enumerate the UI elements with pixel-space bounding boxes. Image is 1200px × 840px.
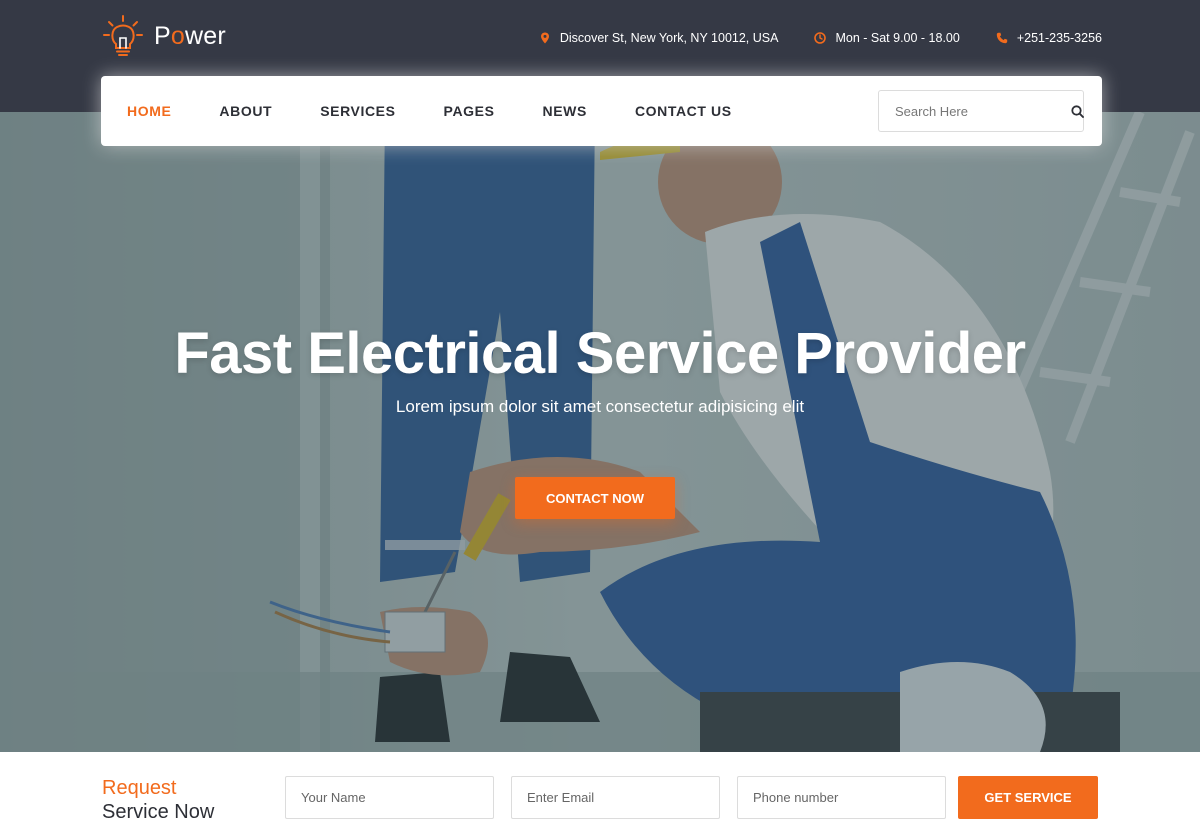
lightbulb-icon [103,15,143,56]
nav-item-contact-us[interactable]: CONTACT US [635,103,732,119]
nav-item-services[interactable]: SERVICES [320,103,395,119]
request-heading-line2: Service Now [102,801,215,823]
hero-title: Fast Electrical Service Provider [174,321,1026,386]
email-field[interactable] [511,776,720,819]
nav-item-about[interactable]: ABOUT [219,103,272,119]
phone-icon [996,32,1008,44]
phone-field[interactable] [737,776,946,819]
contact-info: Discover St, New York, NY 10012, USA Mon… [539,28,1102,48]
nav-menu: HOME ABOUT SERVICES PAGES NEWS CONTACT U… [127,76,732,146]
address-text: Discover St, New York, NY 10012, USA [559,31,779,45]
hours-text: Mon - Sat 9.00 - 18.00 [835,31,960,45]
request-service-bar: Request Service Now GET SERVICE [0,752,1200,840]
clock-icon [814,32,827,44]
search-icon [1071,104,1084,118]
phone-info[interactable]: +251-235-3256 [996,31,1102,45]
hero-subtitle: Lorem ipsum dolor sit amet consectetur a… [395,397,805,416]
get-service-button[interactable]: GET SERVICE [958,776,1098,819]
search-input[interactable] [879,91,1071,131]
main-navigation: HOME ABOUT SERVICES PAGES NEWS CONTACT U… [101,76,1102,146]
nav-item-home[interactable]: HOME [127,103,171,119]
request-heading: Request Service Now [102,776,214,824]
request-heading-line1: Request [102,777,177,799]
nav-item-news[interactable]: NEWS [543,103,587,119]
logo-text: Power [154,21,226,50]
search-button[interactable] [1071,91,1084,131]
nav-item-pages[interactable]: PAGES [444,103,495,119]
search-box [878,90,1084,132]
logo[interactable]: Power [102,14,226,58]
map-pin-icon [540,32,549,44]
contact-now-button[interactable]: CONTACT NOW [515,477,675,519]
phone-text: +251-235-3256 [1016,31,1102,45]
address-info: Discover St, New York, NY 10012, USA [539,31,779,45]
hero-overlay [0,112,1200,752]
name-field[interactable] [285,776,494,819]
hero-section: Fast Electrical Service Provider Lorem i… [0,112,1200,752]
hours-info: Mon - Sat 9.00 - 18.00 [814,31,960,45]
